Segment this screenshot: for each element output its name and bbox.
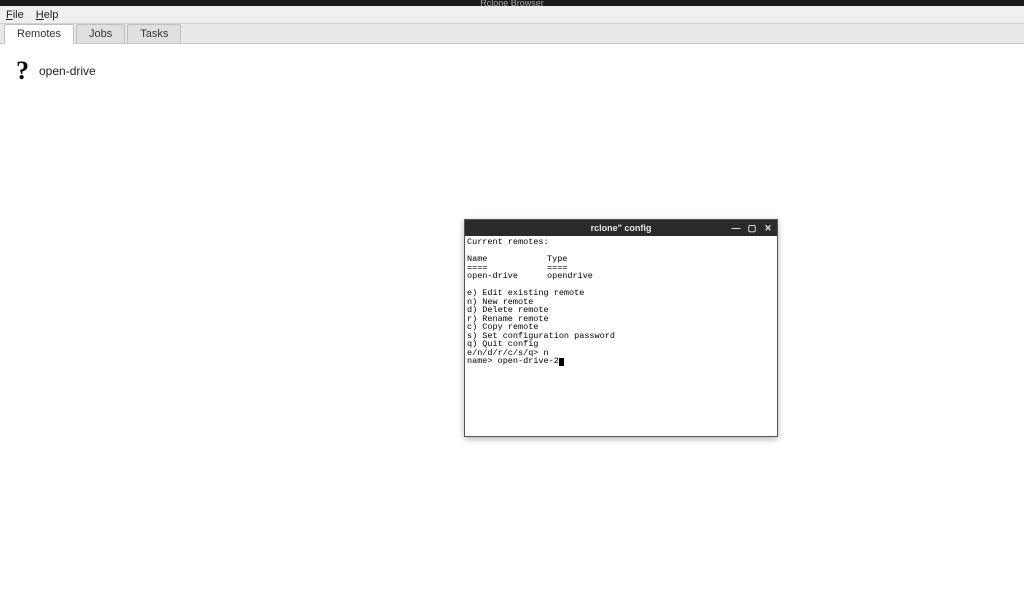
terminal-body[interactable]: Current remotes: NameType========open-dr… [465, 236, 777, 436]
menubar: File Help [0, 6, 1024, 24]
cursor-icon [559, 358, 564, 366]
tabbar: Remotes Jobs Tasks [0, 24, 1024, 44]
minimize-icon[interactable]: — [731, 223, 741, 233]
app-title: Rclone Browser [480, 0, 544, 6]
tab-tasks[interactable]: Tasks [127, 24, 181, 43]
remote-label: open-drive [39, 64, 96, 78]
remote-item-open-drive[interactable]: ? open-drive [10, 54, 102, 88]
term-remote-name: open-drive [467, 272, 547, 281]
content-area: ? open-drive rclone" config — ▢ ✕ Curren… [0, 44, 1024, 589]
terminal-title: rclone" config [591, 223, 652, 233]
term-remote-type: opendrive [547, 272, 593, 281]
close-icon[interactable]: ✕ [763, 223, 773, 233]
term-prompt-name: name> open-drive-2 [467, 357, 775, 366]
terminal-titlebar[interactable]: rclone" config — ▢ ✕ [465, 220, 777, 236]
tab-remotes[interactable]: Remotes [4, 24, 74, 44]
tab-jobs[interactable]: Jobs [76, 24, 125, 43]
maximize-icon[interactable]: ▢ [747, 223, 757, 233]
window-controls: — ▢ ✕ [731, 220, 773, 236]
terminal-window: rclone" config — ▢ ✕ Current remotes: Na… [464, 219, 778, 437]
menu-help[interactable]: Help [36, 9, 59, 21]
question-icon: ? [16, 58, 29, 84]
term-line: Current remotes: [467, 238, 775, 247]
menu-file[interactable]: File [6, 9, 24, 21]
